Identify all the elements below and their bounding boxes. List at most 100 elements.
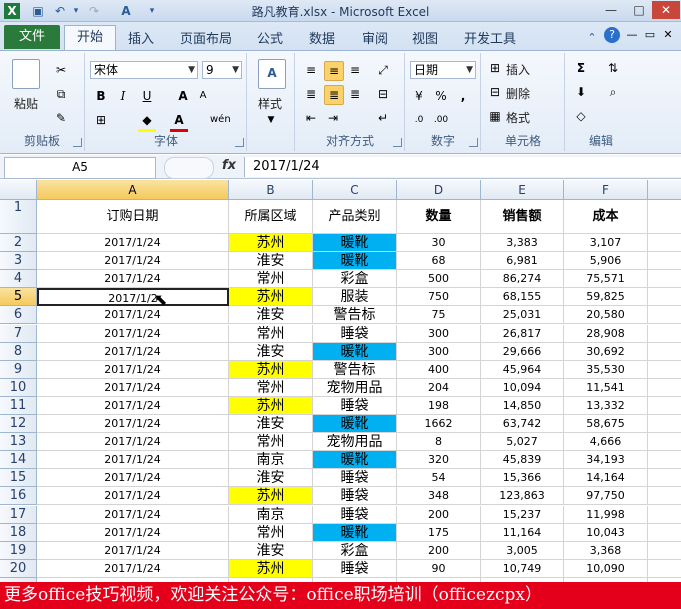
table-cell[interactable]: 13,332: [564, 396, 648, 415]
font-size-combo[interactable]: 9 ▼: [202, 61, 242, 79]
table-cell[interactable]: 彩盒: [313, 270, 397, 289]
row-header[interactable]: 7: [0, 324, 37, 343]
table-cell[interactable]: 2017/1/24: [37, 433, 229, 452]
table-cell[interactable]: 2017/1/24: [37, 324, 229, 343]
header-cell[interactable]: 数量: [397, 200, 481, 234]
table-cell[interactable]: 3,107: [564, 234, 648, 253]
table-cell[interactable]: 淮安: [229, 541, 313, 560]
tab-page-layout[interactable]: 页面布局: [180, 28, 232, 47]
table-cell[interactable]: 5,906: [564, 252, 648, 271]
increase-indent-icon[interactable]: ⇥: [324, 109, 342, 127]
table-cell[interactable]: 2017/1/24: [37, 469, 229, 488]
cut-icon[interactable]: ✂: [52, 61, 70, 79]
table-cell[interactable]: 2017/1/24: [37, 451, 229, 470]
tab-home[interactable]: 开始: [64, 25, 116, 52]
table-cell[interactable]: 97,750: [564, 487, 648, 506]
table-cell[interactable]: 常州: [229, 270, 313, 289]
table-cell[interactable]: 3,383: [481, 234, 564, 253]
empty-cell[interactable]: [648, 379, 681, 397]
table-cell[interactable]: 苏州: [229, 396, 313, 415]
column-header-stub[interactable]: [648, 180, 681, 200]
table-cell[interactable]: 175: [397, 523, 481, 542]
row-header[interactable]: 6: [0, 306, 37, 325]
table-cell[interactable]: 400: [397, 360, 481, 379]
row-header[interactable]: 4: [0, 270, 37, 289]
empty-cell[interactable]: [648, 451, 681, 470]
tab-file[interactable]: 文件: [4, 25, 60, 49]
table-cell[interactable]: 2017/1/24: [37, 378, 229, 397]
fill-icon[interactable]: ⬇: [572, 83, 590, 101]
empty-cell[interactable]: [648, 487, 681, 506]
row-header[interactable]: 5: [0, 288, 37, 307]
table-cell[interactable]: 服装: [313, 288, 397, 307]
empty-cell[interactable]: [648, 397, 681, 415]
table-cell[interactable]: 30,692: [564, 342, 648, 361]
copy-icon[interactable]: ⧉: [52, 85, 70, 103]
formula-input[interactable]: 2017/1/24: [244, 157, 681, 177]
table-cell[interactable]: 3,005: [481, 541, 564, 560]
empty-cell[interactable]: [648, 433, 681, 452]
align-center-icon[interactable]: ≣: [324, 85, 344, 105]
number-format-combo[interactable]: 日期 ▼: [410, 61, 476, 79]
empty-cell[interactable]: [648, 234, 681, 253]
row-header[interactable]: 20: [0, 559, 37, 578]
empty-cell[interactable]: [648, 252, 681, 271]
table-cell[interactable]: 2017/1/24: [37, 523, 229, 542]
table-cell[interactable]: 30: [397, 234, 481, 253]
table-cell[interactable]: 1662: [397, 415, 481, 434]
table-cell[interactable]: 123,863: [481, 487, 564, 506]
table-cell[interactable]: 2017/1/2: [37, 288, 229, 307]
row-header[interactable]: 2: [0, 234, 37, 253]
table-cell[interactable]: 常州: [229, 523, 313, 542]
column-header-b[interactable]: B: [229, 180, 313, 200]
row-header[interactable]: 19: [0, 541, 37, 560]
tab-insert[interactable]: 插入: [128, 28, 154, 47]
table-cell[interactable]: 58,675: [564, 415, 648, 434]
empty-cell[interactable]: [648, 560, 681, 578]
help-icon[interactable]: ?: [604, 27, 620, 43]
table-cell[interactable]: 警告标: [313, 306, 397, 325]
empty-cell[interactable]: [648, 506, 681, 524]
header-cell[interactable]: 所属区域: [229, 200, 313, 234]
wrap-text-icon[interactable]: ↵: [374, 109, 392, 127]
table-cell[interactable]: 暖靴: [313, 451, 397, 470]
table-cell[interactable]: 20,580: [564, 306, 648, 325]
row-header[interactable]: 18: [0, 523, 37, 542]
table-cell[interactable]: 35,530: [564, 360, 648, 379]
border-icon[interactable]: ⊞: [92, 111, 110, 129]
row-header[interactable]: 12: [0, 415, 37, 434]
alignment-launcher-icon[interactable]: [393, 138, 402, 147]
table-cell[interactable]: 63,742: [481, 415, 564, 434]
table-cell[interactable]: 暖靴: [313, 234, 397, 253]
empty-cell[interactable]: [648, 542, 681, 560]
column-header-c[interactable]: C: [313, 180, 397, 200]
table-cell[interactable]: 14,850: [481, 396, 564, 415]
table-cell[interactable]: 常州: [229, 433, 313, 452]
row-header[interactable]: 10: [0, 378, 37, 397]
doc-restore-icon[interactable]: ▭: [642, 27, 658, 43]
tab-formulas[interactable]: 公式: [257, 28, 283, 47]
header-cell[interactable]: 销售额: [481, 200, 564, 234]
table-cell[interactable]: 2017/1/24: [37, 541, 229, 560]
table-cell[interactable]: 2017/1/24: [37, 234, 229, 253]
table-cell[interactable]: 200: [397, 505, 481, 524]
table-cell[interactable]: 68: [397, 252, 481, 271]
row-header[interactable]: 17: [0, 505, 37, 524]
table-cell[interactable]: 睡袋: [313, 396, 397, 415]
italic-button[interactable]: I: [114, 87, 132, 105]
table-cell[interactable]: 11,164: [481, 523, 564, 542]
clear-icon[interactable]: ◇: [572, 107, 590, 125]
insert-button[interactable]: 插入: [506, 61, 530, 78]
table-cell[interactable]: 睡袋: [313, 324, 397, 343]
table-cell[interactable]: 苏州: [229, 234, 313, 253]
clipboard-launcher-icon[interactable]: [73, 138, 82, 147]
empty-cell[interactable]: [648, 343, 681, 361]
header-cell[interactable]: 产品类别: [313, 200, 397, 234]
decrease-decimal-icon[interactable]: .00: [432, 111, 450, 129]
empty-cell[interactable]: [648, 361, 681, 379]
table-cell[interactable]: 15,237: [481, 505, 564, 524]
table-cell[interactable]: 2017/1/24: [37, 252, 229, 271]
align-left-icon[interactable]: ≣: [302, 85, 320, 103]
format-painter-icon[interactable]: ✎: [52, 109, 70, 127]
paste-icon[interactable]: [12, 59, 40, 89]
